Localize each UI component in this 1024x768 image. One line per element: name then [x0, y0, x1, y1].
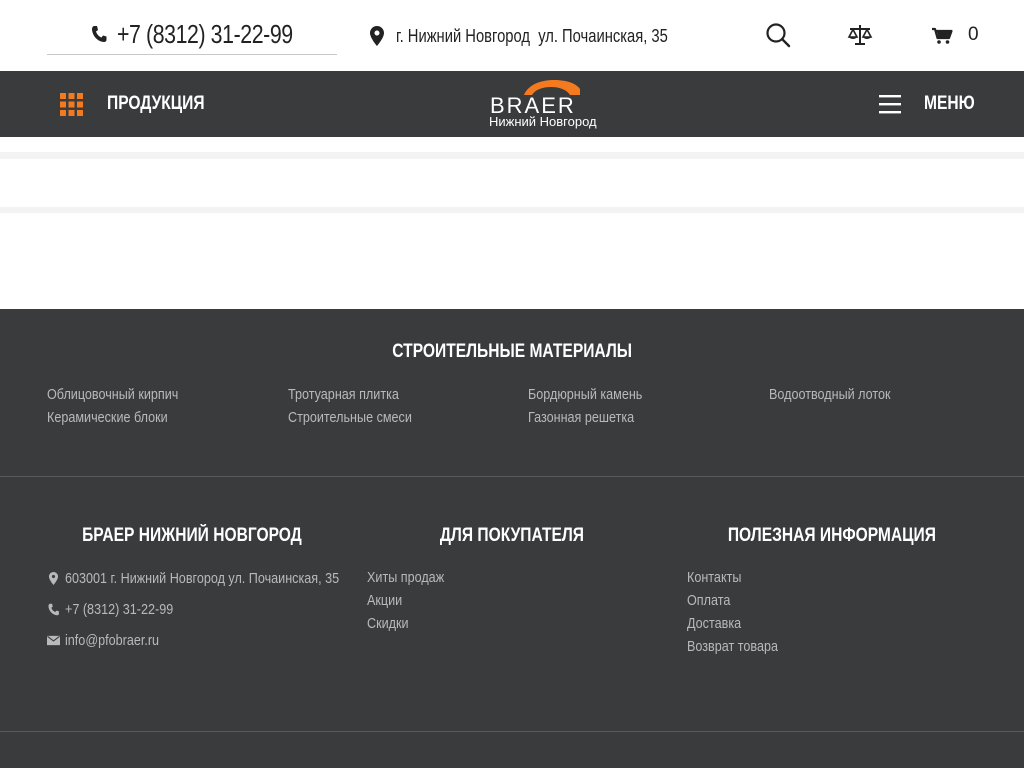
footer-link[interactable]: Скидки: [367, 612, 444, 635]
catalog-link[interactable]: Бордюрный камень: [528, 383, 642, 406]
footer-divider: [0, 476, 1024, 477]
footer-address: 603001 г. Нижний Новгород ул. Почаинская…: [47, 568, 391, 588]
footer-link[interactable]: Акции: [367, 589, 444, 612]
footer-buyer-title-text: ДЛЯ ПОКУПАТЕЛЯ: [439, 525, 585, 546]
footer-link[interactable]: Контакты: [687, 566, 778, 589]
main-menu-label[interactable]: МЕНЮ: [924, 93, 975, 115]
products-menu-label[interactable]: ПРОДУКЦИЯ: [107, 93, 205, 115]
footer-buyer-title: ДЛЯ ПОКУПАТЕЛЯ: [367, 525, 657, 547]
catalog-link[interactable]: Строительные смеси: [288, 406, 412, 429]
grid-icon: [60, 92, 83, 116]
cart-icon[interactable]: [931, 22, 953, 48]
footer-address-text: 603001 г. Нижний Новгород ул. Почаинская…: [65, 569, 340, 587]
header-phone[interactable]: +7 (8312) 31-22-99: [47, 17, 337, 55]
main-nav-bar: ПРОДУКЦИЯ BRAER Нижний Новгород МЕНЮ: [0, 71, 1024, 137]
footer-phone[interactable]: +7 (8312) 31-22-99: [47, 599, 194, 619]
footer-buyer-links: Хиты продаж Акции Скидки: [367, 566, 459, 635]
footer-link[interactable]: Доставка: [687, 612, 778, 635]
content-divider-top: [0, 152, 1024, 159]
logo-city-text: Нижний Новгород: [489, 114, 597, 129]
catalog-link[interactable]: Керамические блоки: [47, 406, 178, 429]
footer-info-title: ПОЛЕЗНАЯ ИНФОРМАЦИЯ: [687, 525, 977, 547]
envelope-icon: [47, 635, 60, 645]
phone-icon: [92, 26, 107, 42]
search-icon[interactable]: [765, 22, 791, 48]
catalog-link[interactable]: Облицовочный кирпич: [47, 383, 178, 406]
catalog-column-3: Бордюрный камень Газонная решетка: [528, 383, 664, 429]
footer-email-text[interactable]: info@pfobraer.ru: [65, 632, 159, 649]
catalog-link[interactable]: Водоотводный лоток: [769, 383, 891, 406]
footer-info-links: Контакты Оплата Доставка Возврат товара: [687, 566, 795, 658]
footer-link[interactable]: Возврат товара: [687, 635, 778, 658]
site-footer: СТРОИТЕЛЬНЫЕ МАТЕРИАЛЫ Облицовочный кирп…: [0, 309, 1024, 768]
footer-email[interactable]: info@pfobraer.ru: [47, 630, 177, 650]
footer-link[interactable]: Оплата: [687, 589, 778, 612]
map-pin-icon: [370, 26, 384, 46]
footer-catalog-title: СТРОИТЕЛЬНЫЕ МАТЕРИАЛЫ: [0, 341, 1024, 363]
cart-count[interactable]: 0: [968, 24, 979, 46]
footer-bottom-divider: [0, 731, 1024, 732]
footer-phone-text[interactable]: +7 (8312) 31-22-99: [65, 601, 173, 618]
main-menu-button[interactable]: МЕНЮ: [879, 91, 986, 117]
footer-link[interactable]: Хиты продаж: [367, 566, 444, 589]
footer-info-title-text: ПОЛЕЗНАЯ ИНФОРМАЦИЯ: [727, 525, 937, 546]
top-bar: +7 (8312) 31-22-99 г. Нижний Новгород ул…: [0, 0, 1024, 71]
catalog-link[interactable]: Тротуарная плитка: [288, 383, 412, 406]
header-address-text: г. Нижний Новгород ул. Почаинская, 35: [396, 25, 668, 46]
compare-scales-icon[interactable]: [847, 22, 873, 48]
footer-company-title-text: БРАЕР НИЖНИЙ НОВГОРОД: [82, 525, 302, 546]
catalog-column-2: Тротуарная плитка Строительные смеси: [288, 383, 436, 429]
header-address: г. Нижний Новгород ул. Почаинская, 35: [370, 24, 728, 48]
footer-catalog-title-text: СТРОИТЕЛЬНЫЕ МАТЕРИАЛЫ: [392, 341, 632, 362]
hamburger-menu-icon: [879, 95, 901, 114]
content-divider-bottom: [0, 207, 1024, 213]
catalog-column-1: Облицовочный кирпич Керамические блоки: [47, 383, 203, 429]
site-logo[interactable]: BRAER Нижний Новгород: [488, 79, 614, 131]
catalog-column-4: Водоотводный лоток: [769, 383, 914, 406]
products-menu-button[interactable]: ПРОДУКЦИЯ: [60, 91, 226, 117]
catalog-link[interactable]: Газонная решетка: [528, 406, 642, 429]
footer-company-title: БРАЕР НИЖНИЙ НОВГОРОД: [47, 525, 337, 547]
header-phone-number[interactable]: +7 (8312) 31-22-99: [117, 19, 293, 50]
map-pin-icon: [48, 571, 59, 585]
phone-icon: [48, 603, 59, 615]
